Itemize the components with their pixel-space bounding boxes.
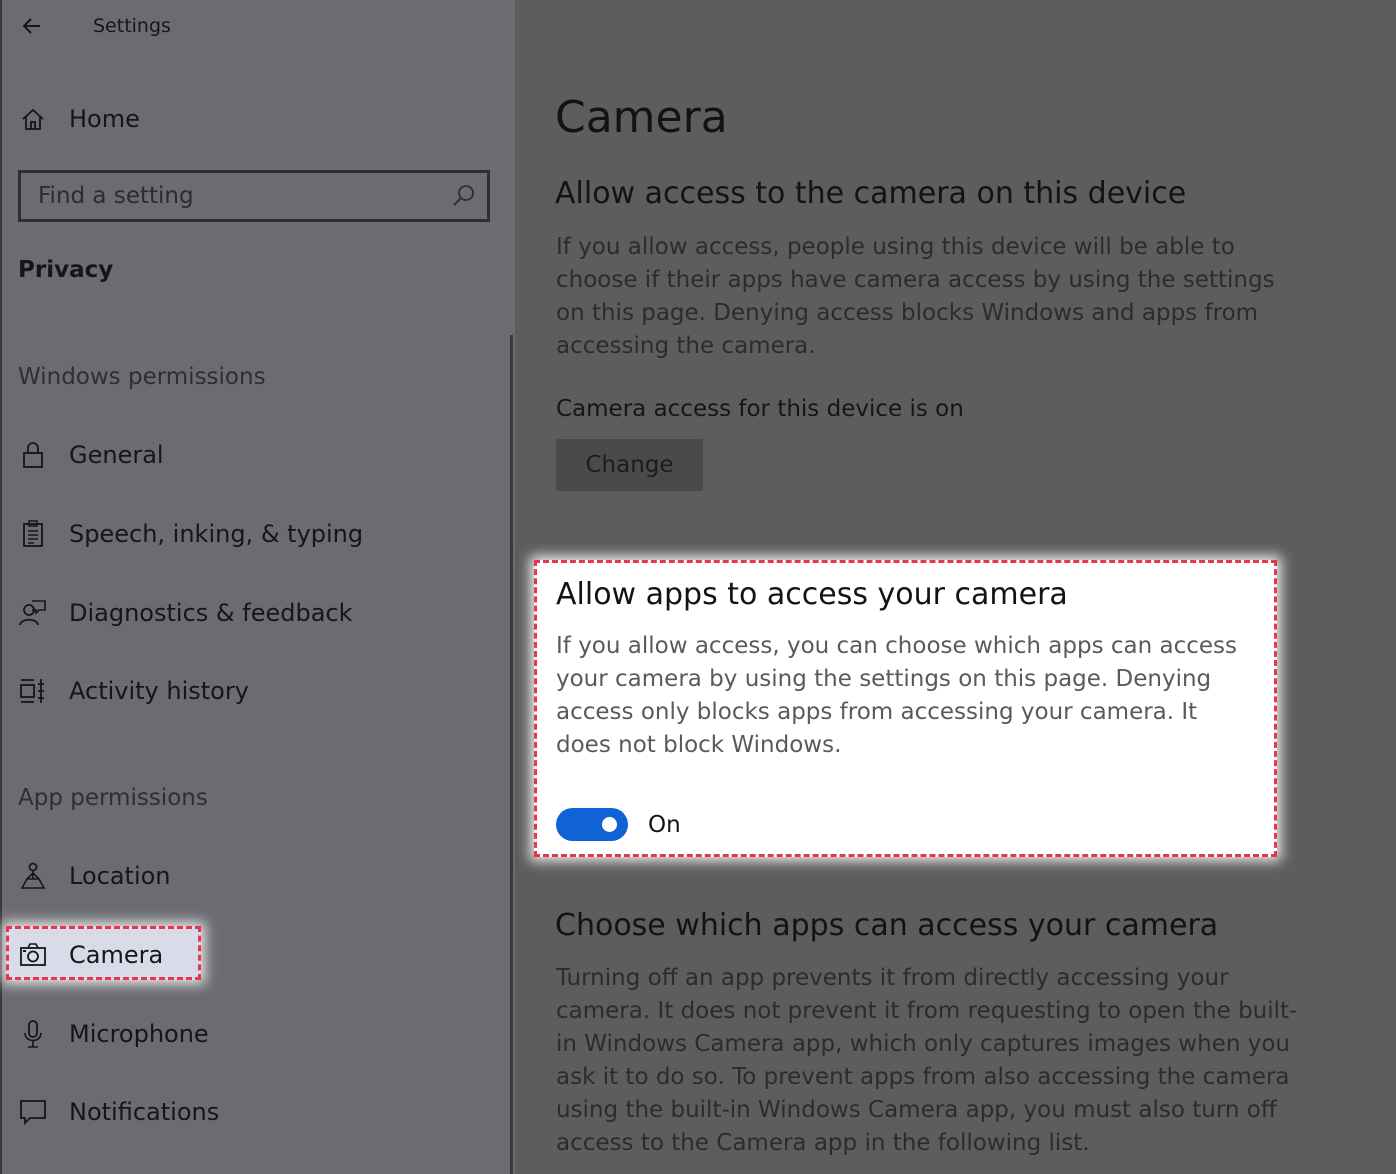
app-access-heading: Allow apps to access your camera [556,577,1068,612]
sidebar-scroll-divider [510,335,513,1174]
group-label-windows-permissions: Windows permissions [18,364,266,390]
nav-home-label: Home [69,105,140,133]
home-icon [16,102,50,136]
timeline-icon [16,674,50,708]
sidebar-item-label: Location [69,862,171,890]
search-input[interactable] [21,173,487,219]
sidebar-item-notifications[interactable]: Notifications [0,1086,500,1138]
location-person-icon [16,859,50,893]
sidebar-item-speech[interactable]: Speech, inking, & typing [0,508,500,560]
window-title: Settings [93,15,171,37]
device-access-heading: Allow access to the camera on this devic… [555,176,1187,211]
search-box[interactable] [18,170,490,222]
device-access-description: If you allow access, people using this d… [556,234,1275,359]
sidebar-item-activity-history[interactable]: Activity history [0,665,500,717]
choose-apps-heading: Choose which apps can access your camera [555,908,1219,943]
group-label-app-permissions: App permissions [18,785,208,811]
sidebar-item-label: Notifications [69,1098,220,1126]
sidebar-item-general[interactable]: General [0,429,500,481]
camera-icon [16,938,50,972]
lock-icon [16,438,50,472]
page-title: Camera [555,92,728,143]
sidebar-item-label: Diagnostics & feedback [69,599,353,627]
app-access-card: Allow apps to access your camera If you … [534,560,1277,857]
feedback-person-icon [16,596,50,630]
sidebar-item-diagnostics[interactable]: Diagnostics & feedback [0,587,500,639]
search-icon[interactable] [451,183,477,209]
app-access-toggle[interactable] [556,808,628,841]
section-title-privacy: Privacy [18,257,114,283]
sidebar-item-camera[interactable]: Camera [0,929,500,981]
microphone-icon [16,1017,50,1051]
sidebar-item-label: Camera [69,941,164,969]
change-button[interactable]: Change [556,439,703,491]
choose-apps-description: Turning off an app prevents it from dire… [556,965,1298,1156]
notification-icon [16,1095,50,1129]
app-access-toggle-label: On [648,812,681,838]
sidebar-item-label: Speech, inking, & typing [69,520,364,548]
sidebar-item-label: Activity history [69,677,249,705]
back-arrow-icon [22,18,40,34]
device-access-status: Camera access for this device is on [556,396,964,422]
sidebar: Settings Home Privacy Windows permission… [0,0,515,1174]
back-button[interactable] [16,10,48,42]
sidebar-item-microphone[interactable]: Microphone [0,1008,500,1060]
sidebar-item-location[interactable]: Location [0,850,500,902]
sidebar-item-label: General [69,441,164,469]
clipboard-icon [16,517,50,551]
sidebar-item-label: Microphone [69,1020,209,1048]
nav-home[interactable]: Home [0,93,500,145]
app-access-description: If you allow access, you can choose whic… [556,633,1237,758]
toggle-knob [602,817,617,832]
